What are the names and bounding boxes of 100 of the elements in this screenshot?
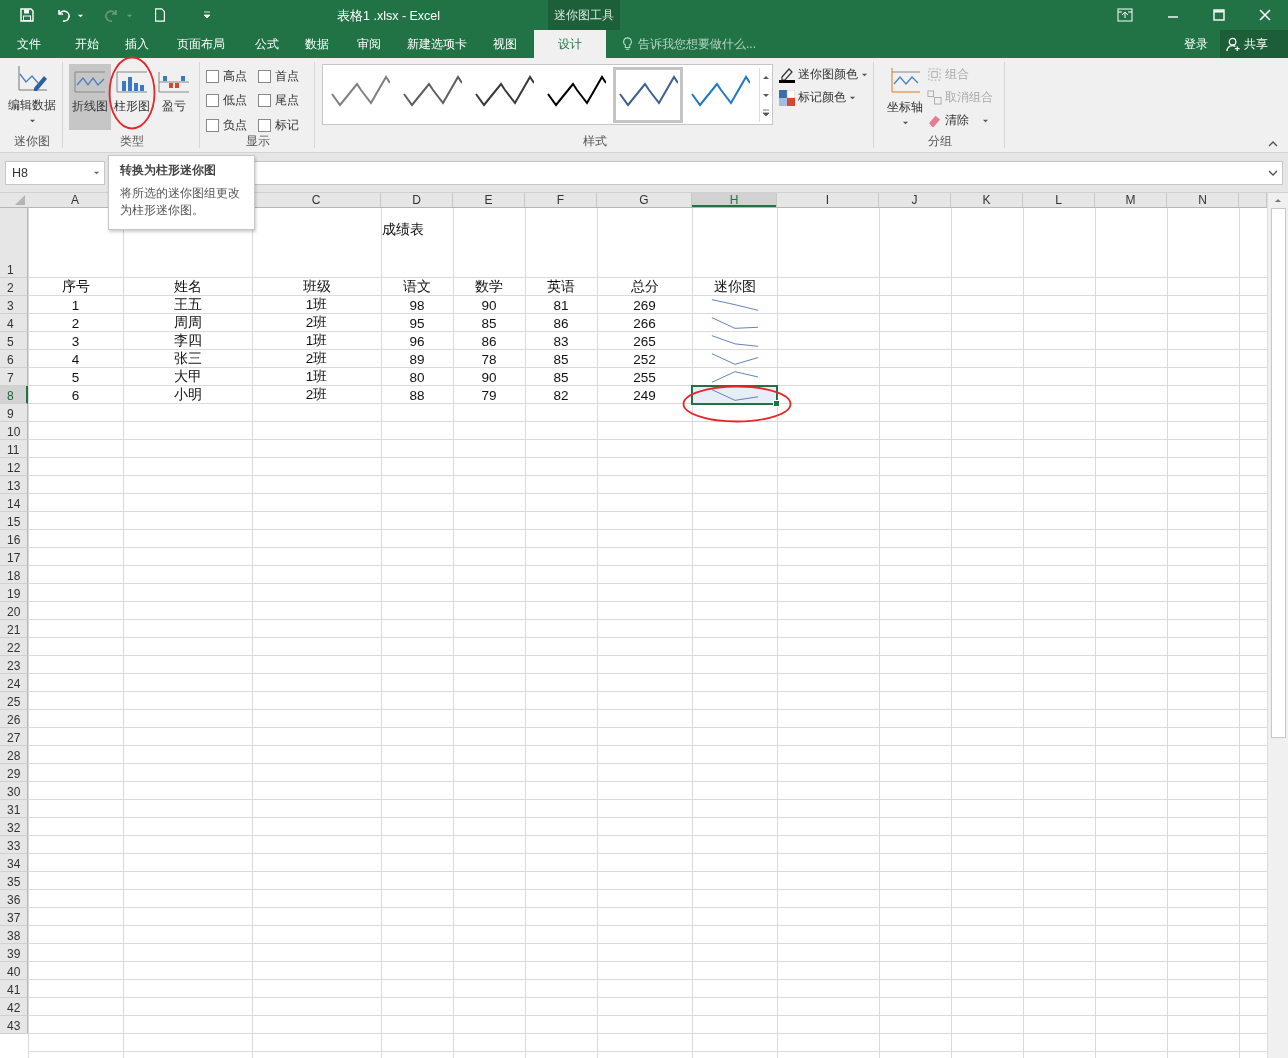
row-header[interactable]: 43 — [0, 1016, 28, 1034]
column-heading: 姓名 — [173, 278, 202, 296]
table-cell: 5 — [71, 369, 80, 385]
checkbox[interactable]: 低点 — [206, 92, 258, 110]
table-cell: 3 — [71, 333, 80, 349]
scrollbar-thumb[interactable] — [1270, 208, 1286, 738]
save-icon[interactable] — [19, 7, 35, 23]
table-cell: 大甲 — [173, 368, 202, 386]
menu-tab[interactable]: 视图 — [493, 30, 529, 58]
row-header[interactable]: 27 — [0, 728, 28, 746]
menu-tab[interactable]: 页面布局 — [177, 30, 237, 58]
row-header[interactable]: 18 — [0, 566, 28, 584]
row-header[interactable]: 36 — [0, 890, 28, 908]
checkbox[interactable]: 尾点 — [258, 92, 310, 110]
row-header[interactable]: 16 — [0, 530, 28, 548]
sparkline-color-button[interactable]: 迷你图颜色 — [779, 66, 868, 83]
collapse-ribbon-icon[interactable] — [1268, 140, 1278, 148]
menu-tab[interactable]: 开始 — [75, 30, 111, 58]
group-label: 显示 — [246, 134, 270, 148]
table-cell: 王五 — [173, 296, 202, 314]
row-header[interactable]: 22 — [0, 638, 28, 656]
checkbox[interactable]: 高点 — [206, 68, 258, 85]
checkbox[interactable]: 负点 — [206, 116, 258, 134]
row-header[interactable]: 14 — [0, 494, 28, 512]
row-header[interactable]: 12 — [0, 458, 28, 476]
row-header[interactable]: 41 — [0, 980, 28, 998]
edit-data-button[interactable]: 编辑数据 — [8, 64, 56, 124]
row-header[interactable]: 20 — [0, 602, 28, 620]
row-header[interactable]: 23 — [0, 656, 28, 674]
row-header[interactable]: 6 — [0, 350, 28, 368]
table-cell: 252 — [633, 351, 656, 367]
row-header[interactable]: 38 — [0, 926, 28, 944]
table-cell: 255 — [633, 369, 656, 385]
row-header[interactable]: 39 — [0, 944, 28, 962]
sparkline-type-button[interactable]: 盈亏 — [153, 64, 195, 130]
undo-icon[interactable] — [55, 7, 71, 23]
share-button[interactable]: 共享 — [1220, 30, 1288, 58]
row-header[interactable]: 37 — [0, 908, 28, 926]
menu-tab[interactable]: 公式 — [255, 30, 291, 58]
row-header[interactable]: 40 — [0, 962, 28, 980]
row-header[interactable]: 25 — [0, 692, 28, 710]
row-header[interactable]: 10 — [0, 422, 28, 440]
menu-tab[interactable]: 文件 — [17, 30, 53, 58]
marker-color-button[interactable]: 标记颜色 — [779, 89, 868, 106]
row-header[interactable]: 2 — [0, 278, 28, 296]
row-header[interactable]: 17 — [0, 548, 28, 566]
menu-tab[interactable]: 数据 — [305, 30, 341, 58]
row-header[interactable]: 30 — [0, 782, 28, 800]
axis-button[interactable]: 坐标轴 — [887, 64, 923, 126]
tell-me-field[interactable]: 告诉我您想要做什么... — [636, 36, 840, 52]
menu-tab[interactable]: 插入 — [125, 30, 161, 58]
row-header[interactable]: 7 — [0, 368, 28, 386]
row-header[interactable]: 31 — [0, 800, 28, 818]
row-header[interactable]: 1 — [0, 208, 28, 278]
new-document-icon[interactable] — [153, 7, 167, 23]
name-box[interactable]: H8 — [5, 160, 105, 185]
table-cell: 96 — [409, 333, 425, 349]
expand-icon[interactable] — [1268, 168, 1278, 177]
sign-in-link[interactable]: 登录 — [1184, 35, 1208, 53]
formula-field[interactable] — [252, 160, 1283, 185]
menu-tab[interactable]: 审阅 — [357, 30, 393, 58]
caret-icon — [901, 119, 909, 126]
row-header[interactable]: 5 — [0, 332, 28, 350]
clear-button[interactable]: 清除 — [927, 112, 993, 129]
table-cell: 82 — [553, 387, 569, 403]
caret-icon — [982, 117, 989, 124]
row-header[interactable]: 32 — [0, 818, 28, 836]
close-icon[interactable] — [1259, 9, 1271, 21]
person-add-icon — [1226, 36, 1241, 52]
row-header[interactable]: 9 — [0, 404, 28, 422]
row-header[interactable]: 26 — [0, 710, 28, 728]
row-header[interactable]: 33 — [0, 836, 28, 854]
sparkline-cell[interactable] — [692, 386, 777, 404]
row-header[interactable]: 29 — [0, 764, 28, 782]
sparkline-type-button[interactable]: 折线图 — [69, 64, 111, 130]
column-header[interactable]: H — [692, 193, 777, 207]
maximize-icon[interactable] — [1213, 9, 1225, 21]
row-header[interactable]: 42 — [0, 998, 28, 1016]
row-header[interactable]: 3 — [0, 296, 28, 314]
row-header[interactable]: 19 — [0, 584, 28, 602]
ribbon-display-icon[interactable] — [1117, 8, 1133, 22]
row-header[interactable]: 24 — [0, 674, 28, 692]
column-heading: 数学 — [475, 278, 503, 296]
row-header[interactable]: 11 — [0, 440, 28, 458]
menu-tab[interactable]: 设计 — [534, 30, 606, 58]
checkbox[interactable]: 标记 — [258, 116, 310, 134]
row-header[interactable]: 34 — [0, 854, 28, 872]
row-header[interactable]: 21 — [0, 620, 28, 638]
table-cell: 266 — [633, 315, 656, 331]
menu-tab[interactable]: 新建选项卡 — [407, 30, 479, 58]
row-header[interactable]: 15 — [0, 512, 28, 530]
context-tab-label: 迷你图工具 — [548, 0, 620, 30]
row-header[interactable]: 8 — [0, 386, 28, 404]
row-header[interactable]: 4 — [0, 314, 28, 332]
sparkline-style[interactable] — [613, 66, 683, 123]
checkbox[interactable]: 首点 — [258, 68, 310, 85]
row-header[interactable]: 28 — [0, 746, 28, 764]
row-header[interactable]: 35 — [0, 872, 28, 890]
customize-toolbar-icon[interactable] — [203, 11, 211, 19]
row-header[interactable]: 13 — [0, 476, 28, 494]
